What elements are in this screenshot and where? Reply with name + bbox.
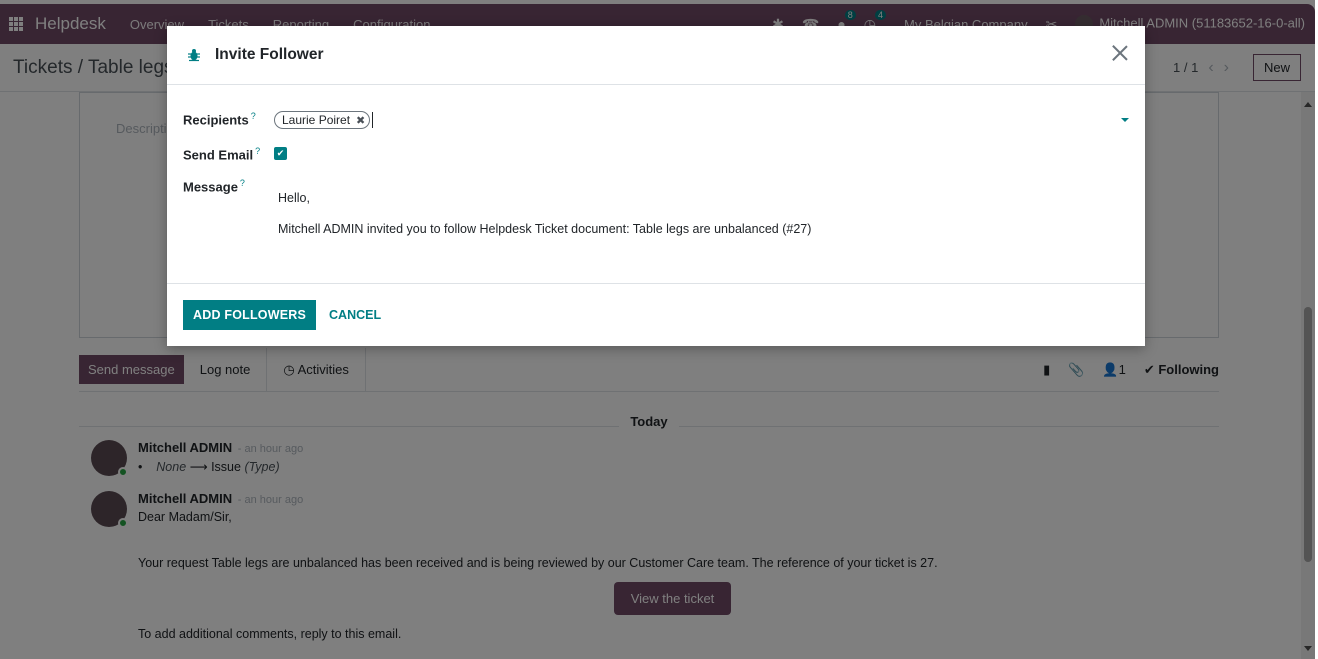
send-email-label: Send Email? bbox=[183, 146, 261, 163]
bug-icon bbox=[188, 49, 200, 62]
recipient-name: Laurie Poiret bbox=[282, 113, 351, 127]
modal-footer: ADD FOLLOWERS CANCEL bbox=[167, 283, 1145, 345]
message-line: Hello, bbox=[278, 191, 310, 205]
recipient-tag: Laurie Poiret ✖ bbox=[274, 111, 371, 129]
recipients-label: Recipients? bbox=[183, 111, 256, 128]
check-icon: ✔ bbox=[276, 148, 285, 158]
help-icon[interactable]: ? bbox=[251, 111, 256, 121]
message-label: Message? bbox=[183, 178, 245, 195]
invite-follower-dialog: Invite Follower Recipients? Laurie Poire… bbox=[167, 26, 1145, 346]
modal-body: Recipients? Laurie Poiret ✖ Send Email? … bbox=[167, 85, 1145, 283]
message-line: Mitchell ADMIN invited you to follow Hel… bbox=[278, 222, 812, 236]
text-cursor bbox=[372, 112, 374, 128]
help-icon[interactable]: ? bbox=[240, 178, 245, 188]
cancel-button[interactable]: CANCEL bbox=[320, 300, 390, 330]
dropdown-caret-icon[interactable] bbox=[1121, 118, 1129, 122]
close-icon[interactable] bbox=[1109, 42, 1131, 64]
recipients-input[interactable]: Laurie Poiret ✖ bbox=[274, 109, 1129, 131]
send-email-checkbox[interactable]: ✔ bbox=[274, 147, 287, 160]
help-icon[interactable]: ? bbox=[255, 146, 260, 156]
modal-header: Invite Follower bbox=[167, 26, 1145, 85]
add-followers-button[interactable]: ADD FOLLOWERS bbox=[183, 299, 317, 330]
message-editor[interactable]: Hello, Mitchell ADMIN invited you to fol… bbox=[278, 183, 811, 245]
modal-title: Invite Follower bbox=[215, 46, 324, 63]
remove-tag-icon[interactable]: ✖ bbox=[356, 114, 365, 127]
